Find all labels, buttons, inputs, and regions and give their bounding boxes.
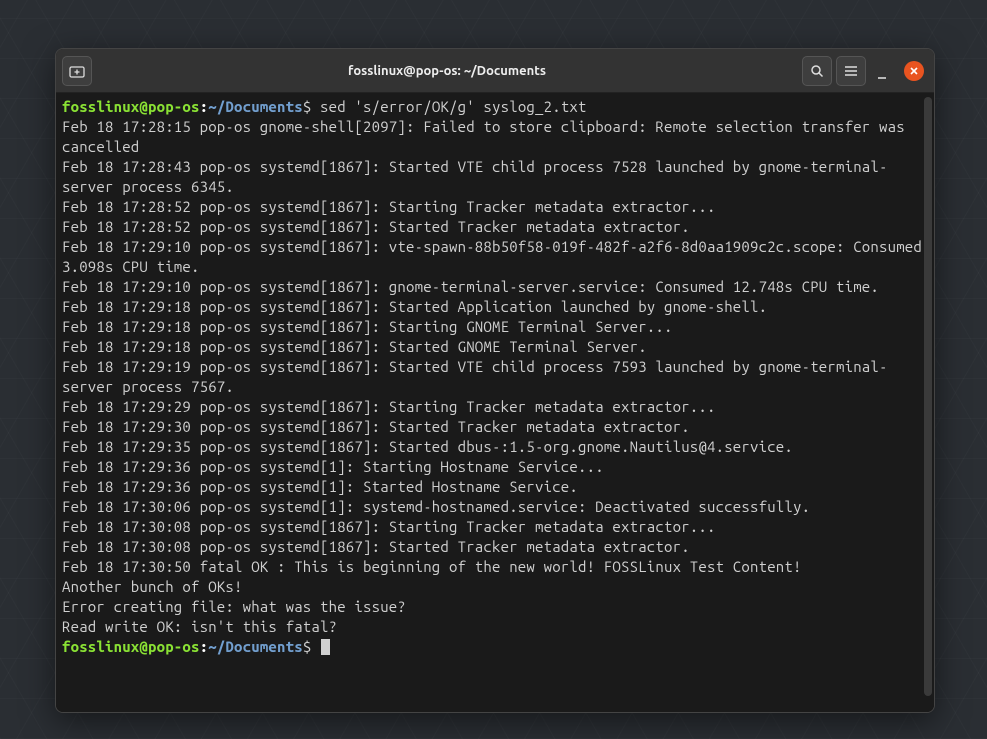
prompt-dollar: $ — [303, 98, 320, 115]
minimize-button[interactable] — [876, 61, 894, 81]
hamburger-icon — [844, 65, 858, 77]
prompt-user-host: fosslinux@pop-os — [62, 638, 200, 655]
new-tab-icon — [69, 64, 85, 78]
scrollbar[interactable] — [924, 97, 932, 696]
close-button[interactable] — [904, 61, 924, 81]
output-line: Feb 18 17:29:18 pop-os systemd[1867]: St… — [62, 338, 647, 355]
output-line: Feb 18 17:29:36 pop-os systemd[1]: Start… — [62, 478, 578, 495]
search-icon — [810, 64, 824, 78]
titlebar: fosslinux@pop-os: ~/Documents — [56, 49, 934, 93]
prompt-colon: : — [200, 98, 209, 115]
terminal-window: fosslinux@pop-os: ~/Documents — [55, 48, 935, 713]
output-line: Error creating file: what was the issue? — [62, 598, 406, 615]
new-tab-button[interactable] — [62, 56, 92, 86]
prompt-colon: : — [200, 638, 209, 655]
prompt-dollar: $ — [303, 638, 320, 655]
output-line: Read write OK: isn't this fatal? — [62, 618, 337, 635]
terminal-body[interactable]: fosslinux@pop-os:~/Documents$ sed 's/err… — [56, 93, 934, 712]
window-title: fosslinux@pop-os: ~/Documents — [96, 64, 798, 78]
close-icon — [909, 66, 919, 76]
terminal-content: fosslinux@pop-os:~/Documents$ sed 's/err… — [62, 97, 934, 657]
output-line: Feb 18 17:30:08 pop-os systemd[1867]: St… — [62, 518, 716, 535]
output-line: Feb 18 17:28:52 pop-os systemd[1867]: St… — [62, 218, 690, 235]
output-line: Feb 18 17:30:50 fatal OK : This is begin… — [62, 558, 802, 575]
output-line: Another bunch of OKs! — [62, 578, 243, 595]
output-line: Feb 18 17:29:36 pop-os systemd[1]: Start… — [62, 458, 604, 475]
output-line: Feb 18 17:29:18 pop-os systemd[1867]: St… — [62, 318, 673, 335]
window-controls — [876, 61, 924, 81]
cursor — [321, 639, 330, 655]
minimize-icon — [876, 69, 888, 81]
menu-button[interactable] — [836, 56, 866, 86]
output-line: Feb 18 17:29:19 pop-os systemd[1867]: St… — [62, 358, 888, 395]
output-line: Feb 18 17:29:10 pop-os systemd[1867]: vt… — [62, 238, 931, 275]
command-text: sed 's/error/OK/g' syslog_2.txt — [320, 98, 587, 115]
output-line: Feb 18 17:29:35 pop-os systemd[1867]: St… — [62, 438, 793, 455]
output-line: Feb 18 17:28:52 pop-os systemd[1867]: St… — [62, 198, 716, 215]
search-button[interactable] — [802, 56, 832, 86]
output-line: Feb 18 17:28:15 pop-os gnome-shell[2097]… — [62, 118, 913, 155]
output-line: Feb 18 17:30:08 pop-os systemd[1867]: St… — [62, 538, 690, 555]
output-line: Feb 18 17:29:29 pop-os systemd[1867]: St… — [62, 398, 716, 415]
prompt-path: ~/Documents — [208, 638, 303, 655]
output-line: Feb 18 17:28:43 pop-os systemd[1867]: St… — [62, 158, 888, 195]
output-line: Feb 18 17:29:18 pop-os systemd[1867]: St… — [62, 298, 767, 315]
prompt-user-host: fosslinux@pop-os — [62, 98, 200, 115]
prompt-path: ~/Documents — [208, 98, 303, 115]
output-line: Feb 18 17:30:06 pop-os systemd[1]: syste… — [62, 498, 810, 515]
output-line: Feb 18 17:29:10 pop-os systemd[1867]: gn… — [62, 278, 879, 295]
output-line: Feb 18 17:29:30 pop-os systemd[1867]: St… — [62, 418, 690, 435]
